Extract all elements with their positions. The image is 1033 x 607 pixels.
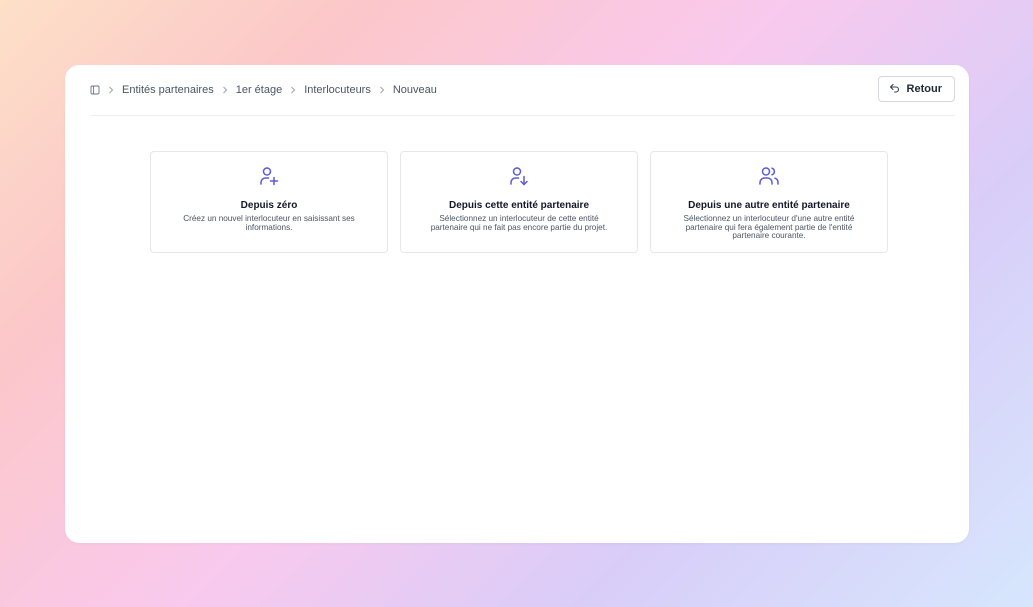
option-card-other-entity[interactable]: Depuis une autre entité partenaire Sélec… xyxy=(650,151,888,253)
option-description: Sélectionnez un interlocuteur d'une autr… xyxy=(683,214,855,241)
panel-icon[interactable] xyxy=(90,85,100,95)
breadcrumb-item-etage[interactable]: 1er étage xyxy=(236,84,282,96)
option-card-this-entity[interactable]: Depuis cette entité partenaire Sélection… xyxy=(400,151,638,253)
breadcrumb: Entités partenaires 1er étage Interlocut… xyxy=(90,84,437,96)
chevron-right-icon xyxy=(217,85,233,95)
option-title: Depuis cette entité partenaire xyxy=(448,200,590,211)
user-plus-icon xyxy=(260,167,279,186)
top-bar: Entités partenaires 1er étage Interlocut… xyxy=(90,65,955,116)
chevron-right-icon xyxy=(374,85,390,95)
chevron-right-icon xyxy=(103,85,119,95)
breadcrumb-item-current: Nouveau xyxy=(392,84,437,96)
option-description: Sélectionnez un interlocuteur de cette e… xyxy=(430,214,608,232)
creation-options: Depuis zéro Créez un nouvel interlocuteu… xyxy=(150,151,888,253)
option-description: Créez un nouvel interlocuteur en saisiss… xyxy=(183,214,355,232)
breadcrumb-item-interlocuteurs[interactable]: Interlocuteurs xyxy=(304,84,371,96)
main-window: Entités partenaires 1er étage Interlocut… xyxy=(65,65,969,543)
option-title: Depuis une autre entité partenaire xyxy=(688,200,850,211)
undo-arrow-icon xyxy=(889,83,900,96)
users-icon xyxy=(759,167,779,185)
option-card-from-scratch[interactable]: Depuis zéro Créez un nouvel interlocuteu… xyxy=(150,151,388,253)
back-button[interactable]: Retour xyxy=(877,76,955,102)
user-down-arrow-icon xyxy=(510,167,528,186)
chevron-right-icon xyxy=(285,85,301,95)
back-button-label: Retour xyxy=(906,83,942,95)
option-title: Depuis zéro xyxy=(240,200,298,211)
breadcrumb-item-entites[interactable]: Entités partenaires xyxy=(122,84,214,96)
